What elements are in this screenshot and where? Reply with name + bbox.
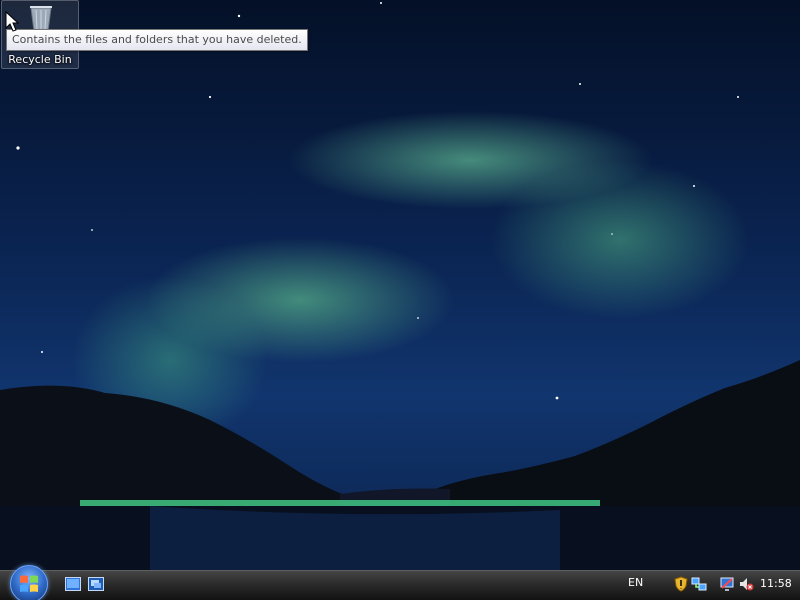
start-button[interactable] bbox=[10, 565, 48, 600]
network-icon[interactable] bbox=[691, 576, 707, 592]
taskbar: EN 11:58 bbox=[0, 565, 800, 600]
volume-muted-icon[interactable] bbox=[738, 576, 754, 592]
desktop[interactable]: Recycle Bin Contains the files and folde… bbox=[0, 0, 800, 600]
recycle-bin-label: Recycle Bin bbox=[8, 53, 72, 66]
display-icon[interactable] bbox=[719, 576, 735, 592]
switch-windows-icon[interactable] bbox=[88, 577, 104, 591]
language-indicator[interactable]: EN bbox=[628, 576, 643, 589]
mouse-cursor-icon bbox=[5, 11, 19, 32]
wallpaper-image bbox=[0, 2, 800, 600]
show-desktop-icon[interactable] bbox=[65, 577, 81, 591]
recycle-bin-tooltip: Contains the files and folders that you … bbox=[6, 29, 308, 51]
windows-logo-icon bbox=[20, 575, 38, 592]
taskbar-clock[interactable]: 11:58 bbox=[760, 577, 792, 590]
security-shield-icon[interactable] bbox=[673, 576, 689, 592]
recycle-bin-icon bbox=[30, 6, 52, 32]
